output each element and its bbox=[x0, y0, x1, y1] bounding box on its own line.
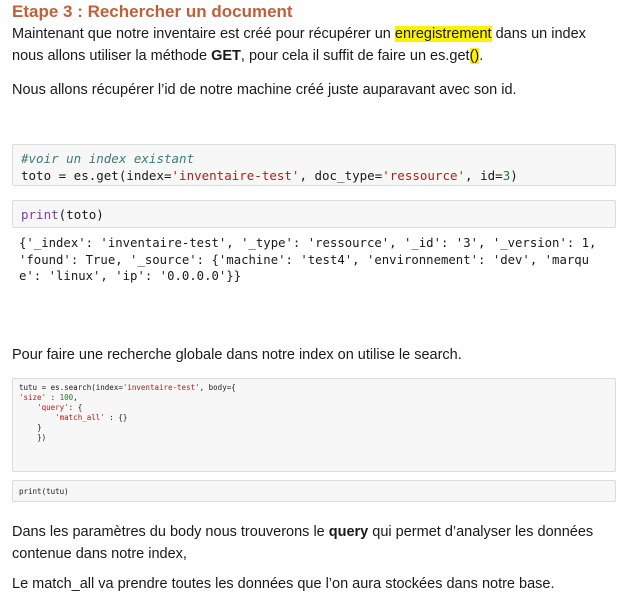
search-l3-b: : { bbox=[68, 403, 83, 412]
code-cell-print-tutu[interactable]: print(tutu) bbox=[12, 480, 616, 502]
match-all-paragraph: Le match_all va prendre toutes les donné… bbox=[12, 576, 555, 592]
body-text-1: Dans les paramètres du body nous trouver… bbox=[12, 524, 329, 540]
code-cell-print-toto[interactable]: print(toto) bbox=[12, 200, 616, 228]
highlighted-parens: () bbox=[469, 48, 480, 64]
id-paragraph: Nous allons récupérer l’id de notre mach… bbox=[12, 82, 517, 98]
print-arg: (toto) bbox=[58, 207, 104, 222]
code-output: {'_index': 'inventaire-test', '_type': '… bbox=[19, 235, 619, 285]
search-l4-str: 'match_all' bbox=[55, 413, 105, 422]
intro-text-3: , pour cela il suffit de faire un es.get bbox=[240, 48, 470, 64]
search-paragraph: Pour faire une recherche globale dans no… bbox=[12, 347, 462, 363]
code-get-type-str: 'ressource' bbox=[382, 168, 466, 183]
code-cell-search[interactable]: tutu = es.search(index='inventaire-test'… bbox=[12, 378, 616, 472]
search-l5: } bbox=[37, 423, 42, 432]
code-get-d: ) bbox=[510, 168, 518, 183]
code-get-a: toto = es.get(index= bbox=[21, 168, 172, 183]
output-line: 'found': True, '_source': {'machine': 't… bbox=[19, 252, 590, 267]
code-get-index-str: 'inventaire-test' bbox=[171, 168, 300, 183]
search-l2-c: , bbox=[73, 393, 78, 402]
code-comment: #voir un index existant bbox=[21, 151, 195, 166]
highlighted-term: enregistrement bbox=[394, 26, 492, 42]
print-tutu-text: print(tutu) bbox=[19, 487, 69, 496]
code-get-b: , doc_type= bbox=[299, 168, 383, 183]
section-heading: Etape 3 : Rechercher un document bbox=[12, 2, 293, 21]
code-cell-get[interactable]: #voir un index existant toto = es.get(in… bbox=[12, 144, 616, 186]
search-l1-str: 'inventaire-test' bbox=[122, 383, 200, 392]
body-paragraph: Dans les paramètres du body nous trouver… bbox=[12, 521, 612, 565]
query-bold: query bbox=[328, 524, 369, 540]
intro-text-4: . bbox=[479, 48, 484, 64]
search-l2-b: : bbox=[46, 393, 60, 402]
code-get-c: , id= bbox=[465, 168, 503, 183]
search-l4-b: : {} bbox=[104, 413, 128, 422]
intro-text-1: Maintenant que notre inventaire est créé… bbox=[12, 26, 395, 42]
print-function: print bbox=[21, 207, 59, 222]
search-l6: }) bbox=[37, 433, 47, 442]
search-l1-a: tutu = es.search(index= bbox=[19, 383, 123, 392]
search-l3-str: 'query' bbox=[37, 403, 69, 412]
search-l2-str: 'size' bbox=[19, 393, 47, 402]
output-line: {'_index': 'inventaire-test', '_type': '… bbox=[19, 236, 597, 250]
intro-paragraph: Maintenant que notre inventaire est créé… bbox=[12, 23, 612, 67]
output-line: e': 'linux', 'ip': '0.0.0.0'}} bbox=[19, 269, 242, 283]
search-l1-b: , body={ bbox=[199, 383, 236, 392]
search-l2-num: 100 bbox=[59, 393, 74, 402]
get-method-bold: GET bbox=[211, 48, 241, 64]
